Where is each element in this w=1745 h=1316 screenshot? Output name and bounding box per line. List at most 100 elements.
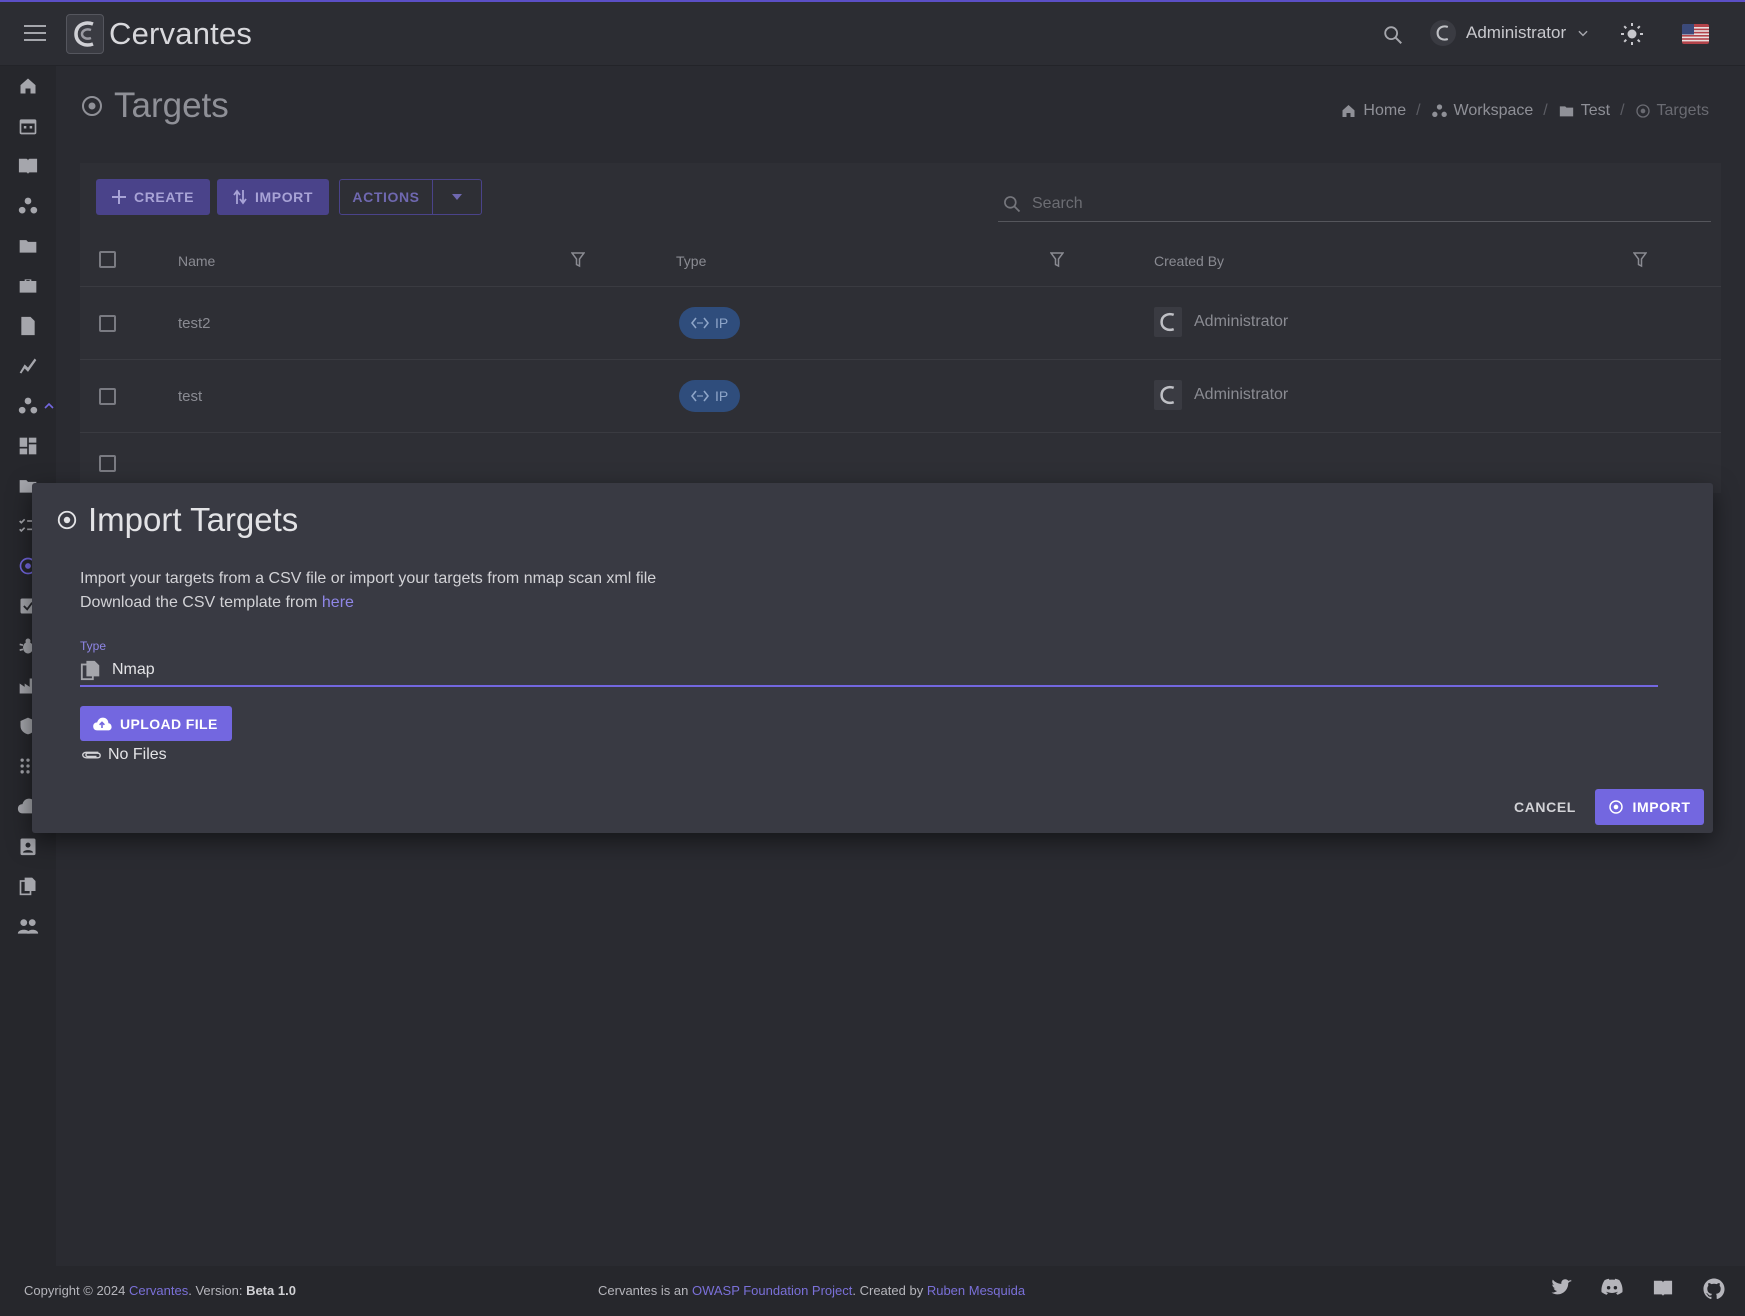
home-icon <box>1340 103 1357 119</box>
created-by: Administrator <box>1154 380 1288 410</box>
top-app-bar: Cervantes Administrator <box>0 0 1745 66</box>
no-files-text: No Files <box>108 746 167 763</box>
description-line: Download the CSV template from here <box>80 594 354 611</box>
folder-icon <box>1558 103 1575 119</box>
user-avatar <box>1430 20 1456 46</box>
user-menu[interactable]: Administrator <box>1430 20 1590 46</box>
document-icon[interactable] <box>16 314 40 338</box>
user-avatar <box>1154 380 1182 410</box>
briefcase-icon[interactable] <box>16 274 40 298</box>
created-by: Administrator <box>1154 307 1288 337</box>
import-button[interactable]: IMPORT <box>217 179 330 215</box>
owasp-link[interactable]: OWASP Foundation Project <box>692 1283 852 1298</box>
footer-copyright: Copyright © 2024 Cervantes. Version: Bet… <box>24 1283 296 1298</box>
target-name: test2 <box>178 315 211 332</box>
csv-template-link[interactable]: here <box>322 594 354 611</box>
target-icon <box>1608 799 1624 815</box>
calendar-icon[interactable] <box>16 114 40 138</box>
cloud-upload-icon <box>92 716 112 732</box>
page-title: Targets <box>80 86 229 126</box>
file-list: No Files <box>80 746 167 764</box>
file-copy-icon <box>80 659 102 681</box>
expand-arrow-icon[interactable] <box>44 394 54 418</box>
row-checkbox[interactable] <box>99 388 116 405</box>
group-icon[interactable] <box>16 394 40 418</box>
users-icon[interactable] <box>16 914 40 938</box>
book-icon[interactable] <box>16 154 40 178</box>
import-submit-button[interactable]: IMPORT <box>1595 789 1704 825</box>
description-line: Import your targets from a CSV file or i… <box>80 570 657 587</box>
filter-icon[interactable] <box>1050 252 1064 268</box>
sun-icon[interactable] <box>1620 22 1644 46</box>
table-row[interactable]: test IP Administrator <box>80 360 1721 433</box>
search-icon <box>1002 194 1022 214</box>
breadcrumb-separator: / <box>1543 102 1548 119</box>
breadcrumb-current: Targets <box>1635 102 1709 120</box>
filter-icon[interactable] <box>571 252 585 268</box>
user-avatar <box>1154 307 1182 337</box>
type-field-label: Type <box>80 639 107 653</box>
column-header-name[interactable]: Name <box>178 253 215 269</box>
breadcrumb-separator: / <box>1620 102 1625 119</box>
workspaces-icon[interactable] <box>16 194 40 218</box>
book-icon[interactable] <box>1651 1278 1675 1300</box>
us-flag-icon[interactable] <box>1682 24 1709 44</box>
chevron-down-icon <box>1576 26 1590 40</box>
target-icon <box>80 94 104 118</box>
breadcrumb-workspace[interactable]: Workspace <box>1431 102 1533 120</box>
dashboard-icon[interactable] <box>16 434 40 458</box>
breadcrumb-separator: / <box>1416 102 1421 119</box>
row-checkbox[interactable] <box>99 455 116 472</box>
menu-icon[interactable] <box>24 24 46 42</box>
caret-down-icon <box>452 194 462 200</box>
code-icon <box>691 390 709 402</box>
column-header-created-by[interactable]: Created By <box>1154 253 1224 269</box>
copy-icon[interactable] <box>16 874 40 898</box>
breadcrumb-home[interactable]: Home <box>1340 102 1406 120</box>
search-input[interactable] <box>1032 194 1632 213</box>
footer-credits: Cervantes is an OWASP Foundation Project… <box>598 1283 1026 1298</box>
target-icon <box>56 509 78 531</box>
footer-brand-link[interactable]: Cervantes <box>129 1283 188 1298</box>
import-export-icon <box>233 189 247 205</box>
table-header: Name Type Created By <box>80 233 1721 287</box>
filter-icon[interactable] <box>1633 252 1647 268</box>
row-checkbox[interactable] <box>99 315 116 332</box>
dialog-description: Import your targets from a CSV file or i… <box>80 567 656 615</box>
type-select-value: Nmap <box>112 661 155 678</box>
author-link[interactable]: Ruben Mesquida <box>927 1283 1025 1298</box>
discord-icon[interactable] <box>1601 1278 1623 1300</box>
type-select[interactable]: Nmap <box>80 655 1658 687</box>
folder-icon[interactable] <box>16 234 40 258</box>
breadcrumb: Home / Workspace / Test / Targets <box>1340 102 1709 120</box>
target-name: test <box>178 388 203 405</box>
code-icon <box>691 317 709 329</box>
select-all-checkbox[interactable] <box>99 251 116 268</box>
attachment-icon <box>80 747 102 763</box>
breadcrumb-project[interactable]: Test <box>1558 102 1610 120</box>
cancel-button[interactable]: CANCEL <box>1514 789 1576 825</box>
user-name: Administrator <box>1466 23 1567 42</box>
search-icon[interactable] <box>1382 24 1404 46</box>
upload-file-button[interactable]: UPLOAD FILE <box>80 706 232 741</box>
import-targets-dialog: Import Targets Import your targets from … <box>32 483 1713 833</box>
contact-card-icon[interactable] <box>16 834 40 858</box>
footer: Copyright © 2024 Cervantes. Version: Bet… <box>0 1266 1745 1316</box>
table-row[interactable]: test2 IP Administrator <box>80 287 1721 360</box>
column-header-type[interactable]: Type <box>676 253 706 269</box>
twitter-icon[interactable] <box>1551 1278 1573 1300</box>
page-title-text: Targets <box>114 86 229 125</box>
dialog-title: Import Targets <box>56 501 298 539</box>
version-text: Beta 1.0 <box>246 1283 296 1298</box>
brand-name[interactable]: Cervantes <box>109 16 252 52</box>
strategy-icon[interactable] <box>16 354 40 378</box>
create-button[interactable]: CREATE <box>96 179 211 215</box>
github-icon[interactable] <box>1703 1278 1725 1300</box>
actions-button[interactable]: ACTIONS <box>339 179 433 215</box>
home-icon[interactable] <box>16 74 40 98</box>
actions-dropdown-button[interactable] <box>432 179 482 215</box>
type-chip: IP <box>679 307 741 339</box>
search-field <box>998 186 1711 222</box>
target-icon <box>1635 103 1651 119</box>
brand-logo[interactable] <box>66 14 104 54</box>
